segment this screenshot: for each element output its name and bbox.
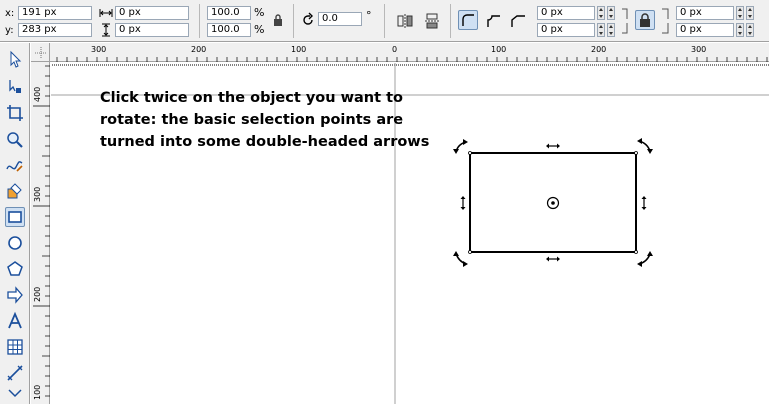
lock-ratio-icon[interactable] bbox=[272, 13, 284, 27]
ruler-label: 100 bbox=[491, 45, 506, 54]
table-tool-icon[interactable] bbox=[5, 337, 25, 357]
chamfered-corner-icon[interactable] bbox=[508, 11, 526, 29]
rectangle-tool-icon bbox=[8, 211, 22, 223]
x-label: x: bbox=[5, 8, 15, 19]
width-icon bbox=[99, 9, 113, 17]
corner-radius-bottom-left-field[interactable]: 0 px bbox=[537, 23, 595, 37]
corner-node bbox=[634, 250, 638, 254]
separator bbox=[199, 4, 200, 38]
corner-radius-top-right-field[interactable]: 0 px bbox=[676, 6, 734, 20]
rotate-handle-bottom-right-icon[interactable] bbox=[637, 251, 653, 267]
text-tool-icon[interactable] bbox=[5, 311, 25, 331]
ruler-label: 0 bbox=[392, 45, 397, 54]
corner-radius-top-left-field[interactable]: 0 px bbox=[537, 6, 595, 20]
instruction-text: Click twice on the object you want to ro… bbox=[100, 87, 480, 153]
ruler-label: 300 bbox=[691, 45, 706, 54]
y-position-field[interactable]: 283 px bbox=[18, 23, 92, 37]
spinner-up-down[interactable] bbox=[736, 23, 744, 37]
ruler-label: 200 bbox=[191, 45, 206, 54]
rotate-handle-bottom-left-icon[interactable] bbox=[453, 251, 468, 267]
mirror-horizontal-icon[interactable] bbox=[396, 12, 414, 30]
height-field[interactable]: 0 px bbox=[115, 23, 189, 37]
separator bbox=[293, 4, 294, 38]
ruler-label: 200 bbox=[591, 45, 606, 54]
percent-label: % bbox=[254, 23, 265, 36]
corner-node bbox=[634, 151, 638, 155]
instruction-line: rotate: the basic selection points are bbox=[100, 112, 404, 128]
ruler-label: 200 bbox=[33, 287, 42, 302]
ruler-label: 400 bbox=[33, 87, 42, 102]
ruler-origin-icon bbox=[35, 47, 46, 58]
corner-link-icon bbox=[662, 8, 669, 34]
corner-link-icon bbox=[622, 8, 628, 34]
lock-corners-button[interactable] bbox=[635, 10, 655, 30]
skew-handle-bottom-icon[interactable] bbox=[546, 256, 560, 262]
separator bbox=[450, 4, 451, 38]
ellipse-tool-icon[interactable] bbox=[5, 233, 25, 253]
rotation-icon bbox=[303, 12, 313, 25]
spinner-up-down[interactable] bbox=[597, 6, 605, 20]
spinner-up-down[interactable] bbox=[746, 23, 754, 37]
skew-handle-right-icon[interactable] bbox=[641, 196, 647, 210]
connector-tool-icon[interactable] bbox=[5, 388, 25, 402]
ruler-label: 100 bbox=[291, 45, 306, 54]
rotation-center-icon[interactable] bbox=[546, 196, 560, 210]
zoom-tool-icon[interactable] bbox=[5, 130, 25, 150]
property-bar: x: 191 px y: 283 px 0 px 0 px 100.0 % 10… bbox=[0, 0, 769, 42]
smart-fill-tool-icon[interactable] bbox=[5, 181, 25, 201]
separator bbox=[384, 4, 385, 38]
freehand-tool-icon[interactable] bbox=[5, 155, 25, 175]
toolbox bbox=[0, 43, 30, 404]
degree-symbol: ° bbox=[366, 9, 372, 22]
horizontal-ruler[interactable]: 300 200 100 0 100 200 300 bbox=[46, 43, 769, 62]
spinner-up-down[interactable] bbox=[607, 6, 615, 20]
y-label: y: bbox=[5, 25, 14, 36]
skew-handle-top-icon[interactable] bbox=[546, 143, 560, 149]
spinner-up-down[interactable] bbox=[607, 23, 615, 37]
x-position-field[interactable]: 191 px bbox=[18, 6, 92, 20]
drawing-canvas[interactable]: Click twice on the object you want to ro… bbox=[51, 63, 769, 404]
scalloped-corner-icon[interactable] bbox=[484, 11, 502, 29]
mirror-vertical-icon[interactable] bbox=[423, 12, 441, 30]
corner-radius-bottom-right-field[interactable]: 0 px bbox=[676, 23, 734, 37]
ruler-label: 300 bbox=[33, 187, 42, 202]
ruler-label: 300 bbox=[91, 45, 106, 54]
rotate-handle-top-right-icon[interactable] bbox=[637, 138, 653, 154]
ruler-origin[interactable] bbox=[31, 43, 50, 62]
polygon-tool-icon[interactable] bbox=[5, 259, 25, 279]
percent-label: % bbox=[254, 6, 265, 19]
spinner-up-down[interactable] bbox=[597, 23, 605, 37]
crop-tool-icon[interactable] bbox=[5, 103, 25, 123]
rounded-corner-icon bbox=[462, 14, 474, 26]
instruction-line: turned into some double-headed arrows bbox=[100, 134, 430, 150]
width-field[interactable]: 0 px bbox=[115, 6, 189, 20]
basic-shapes-tool-icon[interactable] bbox=[5, 285, 25, 305]
scale-y-field[interactable]: 100.0 bbox=[207, 23, 251, 37]
scale-x-field[interactable]: 100.0 bbox=[207, 6, 251, 20]
rotation-angle-field[interactable]: 0.0 bbox=[318, 12, 362, 26]
pick-tool-icon[interactable] bbox=[5, 49, 25, 69]
spinner-up-down[interactable] bbox=[746, 6, 754, 20]
vertical-ruler[interactable]: 400 300 200 100 bbox=[31, 62, 50, 404]
corner-node bbox=[468, 250, 472, 254]
rounded-corner-button[interactable] bbox=[458, 10, 478, 30]
lock-icon bbox=[640, 13, 650, 27]
skew-handle-left-icon[interactable] bbox=[460, 196, 466, 210]
shape-tool-icon[interactable] bbox=[5, 76, 25, 96]
dimension-tool-icon[interactable] bbox=[5, 363, 25, 383]
height-icon bbox=[102, 23, 110, 37]
instruction-line: Click twice on the object you want to bbox=[100, 90, 403, 106]
rectangle-tool-button[interactable] bbox=[5, 207, 25, 227]
ruler-label: 100 bbox=[33, 385, 42, 400]
spinner-up-down[interactable] bbox=[736, 6, 744, 20]
